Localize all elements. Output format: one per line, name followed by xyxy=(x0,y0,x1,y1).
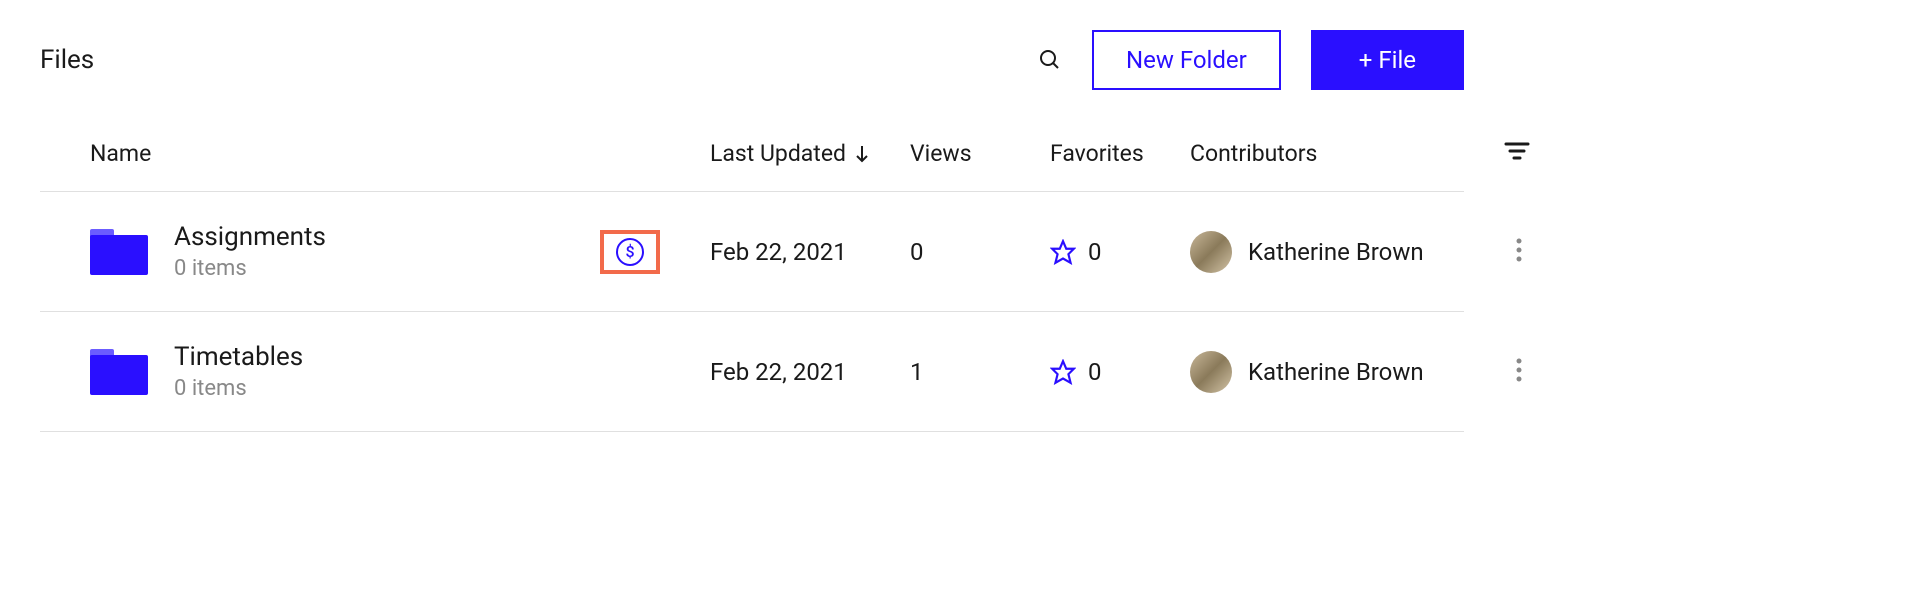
table-row[interactable]: Timetables 0 items Feb 22, 2021 1 0 Kath… xyxy=(40,312,1464,432)
avatar xyxy=(1190,351,1232,393)
folder-name: Timetables xyxy=(174,342,303,372)
views-cell: 0 xyxy=(910,238,1050,266)
col-last-updated[interactable]: Last Updated xyxy=(710,140,910,167)
dollar-icon: $ xyxy=(616,238,644,266)
avatar xyxy=(1190,231,1232,273)
last-updated-cell: Feb 22, 2021 xyxy=(710,238,910,266)
new-folder-button[interactable]: New Folder xyxy=(1092,30,1281,90)
page-title: Files xyxy=(40,45,94,75)
contributor-cell: Katherine Brown xyxy=(1190,231,1470,273)
last-updated-cell: Feb 22, 2021 xyxy=(710,358,910,386)
more-menu-icon[interactable] xyxy=(1508,350,1530,394)
folder-icon xyxy=(90,229,148,275)
table-header: Name Last Updated Views Favorites Contri… xyxy=(40,140,1464,192)
favorites-cell[interactable]: 0 xyxy=(1050,238,1190,266)
col-name[interactable]: Name xyxy=(90,140,710,167)
col-favorites[interactable]: Favorites xyxy=(1050,140,1190,167)
views-cell: 1 xyxy=(910,358,1050,386)
folder-items-count: 0 items xyxy=(174,376,303,401)
folder-name: Assignments xyxy=(174,222,326,252)
star-icon xyxy=(1050,239,1076,265)
contributor-name: Katherine Brown xyxy=(1248,238,1424,266)
filter-icon[interactable] xyxy=(1504,140,1530,167)
favorites-count: 0 xyxy=(1088,238,1102,266)
contributor-cell: Katherine Brown xyxy=(1190,351,1470,393)
search-icon[interactable] xyxy=(1038,48,1062,72)
favorites-cell[interactable]: 0 xyxy=(1050,358,1190,386)
folder-items-count: 0 items xyxy=(174,256,326,281)
col-contributors[interactable]: Contributors xyxy=(1190,140,1470,167)
favorites-count: 0 xyxy=(1088,358,1102,386)
col-views[interactable]: Views xyxy=(910,140,1050,167)
col-last-updated-label: Last Updated xyxy=(710,140,846,167)
star-icon xyxy=(1050,359,1076,385)
folder-icon xyxy=(90,349,148,395)
dollar-badge-highlight[interactable]: $ xyxy=(600,230,660,274)
new-file-button[interactable]: + File xyxy=(1311,30,1464,90)
sort-down-arrow-icon xyxy=(854,144,870,164)
contributor-name: Katherine Brown xyxy=(1248,358,1424,386)
table-row[interactable]: Assignments 0 items $ Feb 22, 2021 0 0 K… xyxy=(40,192,1464,312)
more-menu-icon[interactable] xyxy=(1508,230,1530,274)
